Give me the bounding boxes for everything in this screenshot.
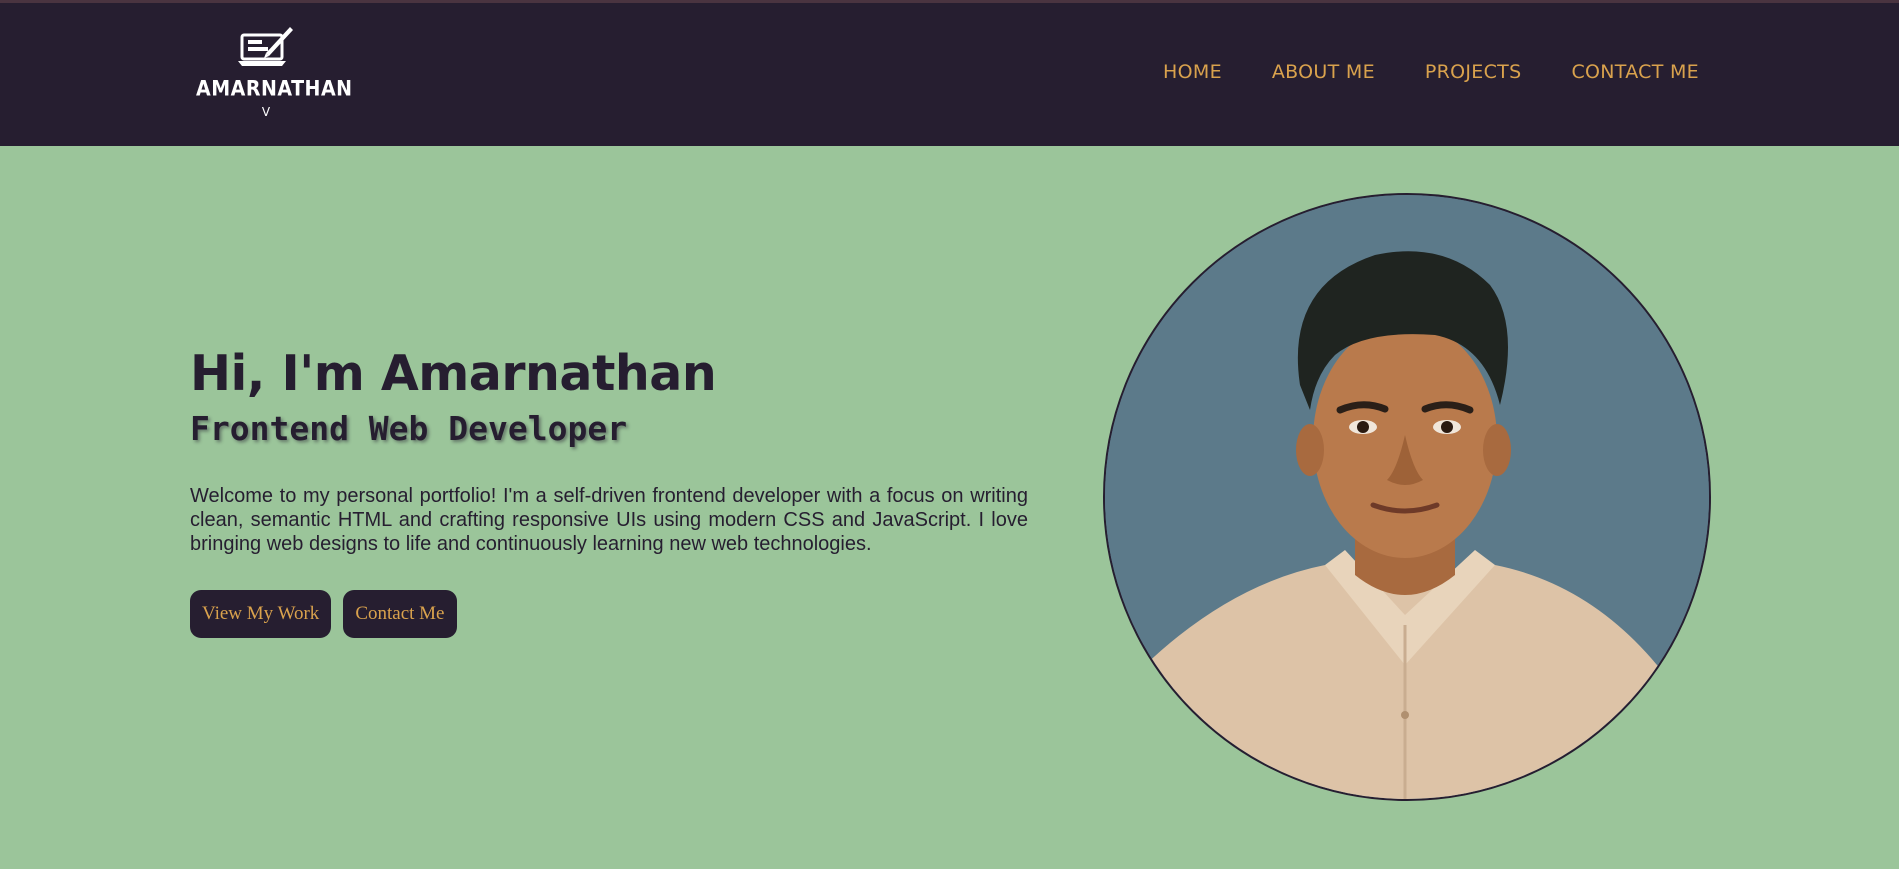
brand-name: AMARNATHAN (196, 76, 353, 102)
contact-me-button[interactable]: Contact Me (343, 590, 457, 638)
brand-initial: V (261, 105, 271, 119)
nav-about-me[interactable]: ABOUT ME (1272, 61, 1375, 83)
brand-logo[interactable]: AMARNATHAN V (196, 25, 353, 125)
view-my-work-button[interactable]: View My Work (190, 590, 332, 638)
hero-role: Frontend Web Developer (190, 409, 628, 448)
profile-photo (1103, 193, 1711, 801)
nav-projects[interactable]: PROJECTS (1425, 61, 1522, 83)
site-header: AMARNATHAN V HOME ABOUT ME PROJECTS CONT… (0, 3, 1899, 146)
hero-section: Hi, I'm Amarnathan Frontend Web Develope… (190, 340, 1028, 638)
main-nav: HOME ABOUT ME PROJECTS CONTACT ME (1163, 61, 1699, 83)
laptop-pen-icon (238, 27, 293, 66)
nav-home[interactable]: HOME (1163, 61, 1222, 83)
nav-contact-me[interactable]: CONTACT ME (1571, 61, 1699, 83)
hero-intro: Welcome to my personal portfolio! I'm a … (190, 485, 1028, 555)
hero-buttons: View My Work Contact Me (190, 590, 1028, 638)
profile-photo-illustration (1105, 195, 1709, 799)
hero-greeting: Hi, I'm Amarnathan (190, 345, 717, 402)
